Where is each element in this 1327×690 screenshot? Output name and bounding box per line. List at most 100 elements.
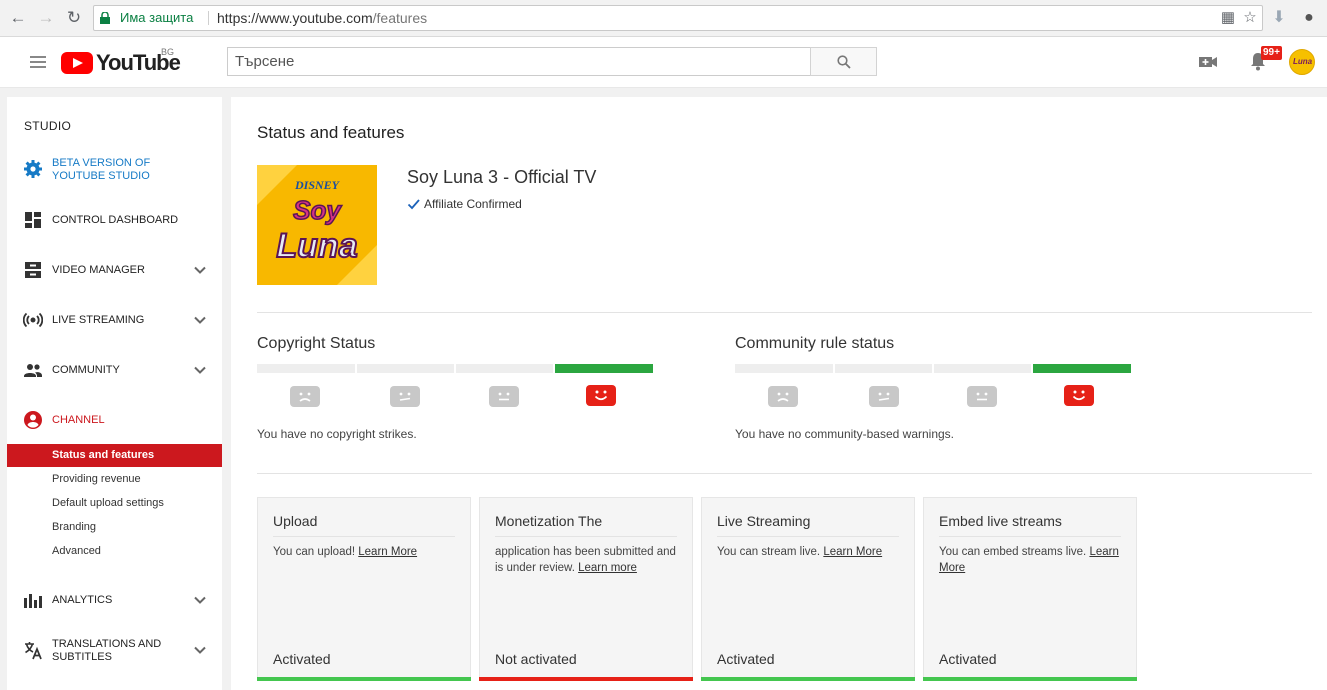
community-meter-segment xyxy=(934,364,1031,373)
card-title: Embed live streams xyxy=(939,513,1062,529)
divider xyxy=(273,536,455,537)
copyright-status-title: Copyright Status xyxy=(257,335,376,352)
affiliate-label: Affiliate Confirmed xyxy=(424,197,522,211)
card-status: Not activated xyxy=(495,651,577,667)
sidebar-item-label: TRANSLATIONS AND SUBTITLES xyxy=(52,638,162,663)
status-bar xyxy=(701,677,915,681)
sidebar-subitem-providing-revenue[interactable]: Providing revenue xyxy=(7,468,222,491)
live-icon xyxy=(23,312,43,328)
community-meter-segment xyxy=(735,364,833,373)
translate-icon xyxy=(25,642,42,660)
card-description: You can stream live. Learn More xyxy=(717,544,902,560)
status-bar xyxy=(479,677,693,681)
checkmark-icon xyxy=(407,199,420,210)
upload-video-icon[interactable] xyxy=(1198,54,1218,70)
avatar-logo-text: Luna xyxy=(1293,57,1313,66)
card-status: Activated xyxy=(273,651,331,667)
gear-icon xyxy=(24,160,42,178)
card-text: You can stream live. xyxy=(717,546,824,558)
sidebar-item-channel[interactable]: CHANNEL xyxy=(7,404,222,436)
sidebar-item-beta-studio[interactable]: BETA VERSION OF YOUTUBE STUDIO xyxy=(7,153,222,185)
reload-icon[interactable]: ↻ xyxy=(64,8,84,28)
avatar[interactable]: Luna xyxy=(1289,49,1315,75)
url-path: /features xyxy=(372,10,428,26)
sidebar-item-live-streaming[interactable]: LIVE STREAMING xyxy=(7,304,222,336)
learn-more-link[interactable]: Learn More xyxy=(823,546,882,558)
menu-icon[interactable] xyxy=(30,56,46,68)
neutral-face-icon xyxy=(967,386,997,407)
community-status-title: Community rule status xyxy=(735,335,895,352)
chevron-down-icon[interactable] xyxy=(193,313,207,327)
card-status: Activated xyxy=(939,651,997,667)
neutral-face-icon xyxy=(489,386,519,407)
search-icon xyxy=(837,55,851,69)
play-logo-icon xyxy=(61,52,93,74)
learn-more-link[interactable]: Learn more xyxy=(578,562,637,574)
divider xyxy=(939,536,1121,537)
happy-face-icon xyxy=(1064,385,1094,406)
sidebar-subitem-advanced[interactable]: Advanced xyxy=(7,540,222,563)
bookmark-star-icon[interactable]: ☆ xyxy=(1241,9,1259,27)
page-title: Status and features xyxy=(257,123,405,142)
forward-arrow-icon[interactable]: → xyxy=(36,8,56,28)
search-button[interactable] xyxy=(810,47,877,76)
sidebar-item-translations[interactable]: TRANSLATIONS AND SUBTITLES xyxy=(7,634,222,666)
bar-chart-icon xyxy=(24,594,42,608)
thumbnail-art: DISNEY Soy Luna xyxy=(257,165,377,285)
sidebar-subitem-status-and-features[interactable]: Status and features xyxy=(7,444,222,467)
feature-card-live-streaming: Live Streaming You can stream live. Lear… xyxy=(701,497,915,681)
feature-card-embed-live: Embed live streams You can embed streams… xyxy=(923,497,1137,681)
learn-more-link[interactable]: Learn More xyxy=(358,546,417,558)
browser-toolbar: ← → ↻ Има защита https://www.youtube.com… xyxy=(0,0,1327,37)
channel-name: Soy Luna 3 - Official TV xyxy=(407,167,597,187)
back-arrow-icon[interactable]: ← xyxy=(8,8,28,28)
feature-card-upload: Upload You can upload! Learn More Activa… xyxy=(257,497,471,681)
sidebar-item-label: ANALYTICS xyxy=(52,594,113,606)
sidebar-item-label: COMMUNITY xyxy=(52,364,120,376)
card-title: Live Streaming xyxy=(717,513,811,529)
sidebar-item-video-manager[interactable]: VIDEO MANAGER xyxy=(7,254,222,286)
thumbnail-title-bottom: Luna xyxy=(276,227,357,265)
sidebar-item-label: LIVE STREAMING xyxy=(52,314,145,326)
sidebar-subitem-branding[interactable]: Branding xyxy=(7,516,222,539)
download-icon[interactable]: ⬇ xyxy=(1269,8,1289,28)
divider xyxy=(717,536,899,537)
chevron-down-icon[interactable] xyxy=(193,643,207,657)
copyright-meter-segment xyxy=(357,364,454,373)
sidebar-item-community[interactable]: COMMUNITY xyxy=(7,354,222,386)
copyright-meter-segment xyxy=(456,364,553,373)
sidebar-item-label: VIDEO MANAGER xyxy=(52,264,145,276)
studio-sidebar: STUDIO BETA VERSION OF YOUTUBE STUDIO CO… xyxy=(7,97,222,690)
dashboard-icon xyxy=(25,212,41,228)
sidebar-item-analytics[interactable]: ANALYTICS xyxy=(7,584,222,616)
copyright-meter-segment-active xyxy=(555,364,653,373)
community-meter-segment-active xyxy=(1033,364,1131,373)
people-icon xyxy=(24,364,42,377)
thumbnail-title-top: Soy xyxy=(293,195,342,225)
divider xyxy=(495,536,677,537)
notification-count-badge: 99+ xyxy=(1261,46,1282,60)
account-icon xyxy=(24,411,42,429)
region-code: BG xyxy=(161,47,175,57)
url-text: https://www.youtube.com/features xyxy=(217,6,427,30)
divider xyxy=(257,473,1312,474)
community-meter-segment xyxy=(835,364,932,373)
sidebar-item-control-dashboard[interactable]: CONTROL DASHBOARD xyxy=(7,204,222,236)
neutral-face-icon xyxy=(869,386,899,407)
chevron-down-icon[interactable] xyxy=(193,363,207,377)
card-text: You can embed streams live. xyxy=(939,546,1090,558)
search-input[interactable]: Търсене xyxy=(227,47,811,76)
translate-page-icon[interactable]: ▦ xyxy=(1219,9,1237,27)
sad-face-icon xyxy=(290,386,320,407)
chevron-down-icon[interactable] xyxy=(193,263,207,277)
address-bar[interactable]: Има защита https://www.youtube.com/featu… xyxy=(93,5,1263,31)
status-bar xyxy=(257,677,471,681)
feature-card-monetization: Monetization The application has been su… xyxy=(479,497,693,681)
extension-icon[interactable]: ● xyxy=(1299,8,1319,28)
divider xyxy=(208,11,209,25)
chevron-down-icon[interactable] xyxy=(193,593,207,607)
sidebar-subitem-default-upload-settings[interactable]: Default upload settings xyxy=(7,492,222,515)
sad-face-icon xyxy=(768,386,798,407)
card-title: Upload xyxy=(273,513,318,529)
channel-thumbnail[interactable]: DISNEY Soy Luna xyxy=(257,165,377,285)
